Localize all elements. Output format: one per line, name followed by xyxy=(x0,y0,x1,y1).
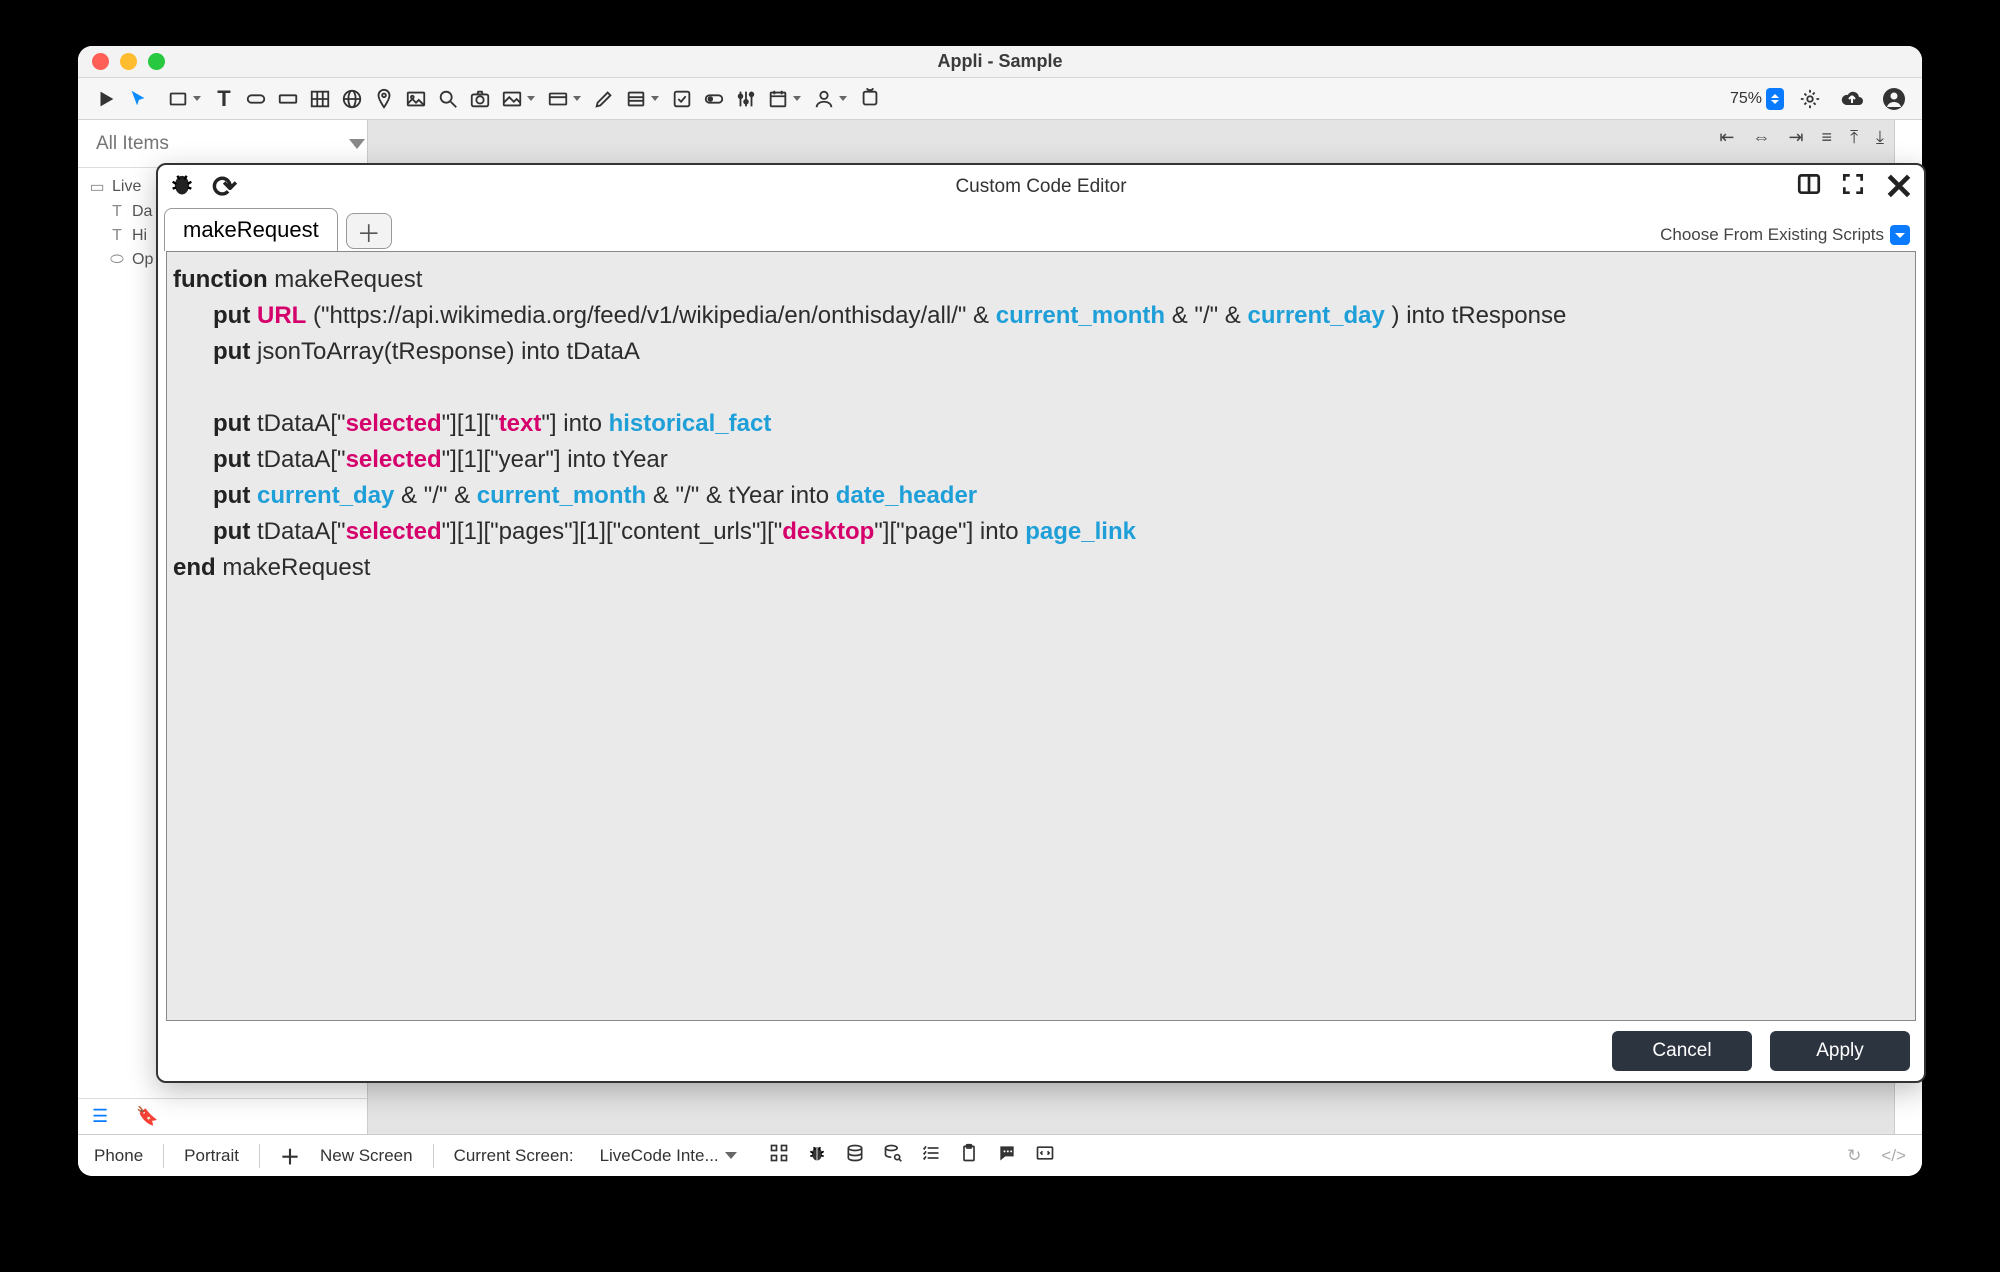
image-icon[interactable] xyxy=(400,83,432,115)
database-search-icon[interactable] xyxy=(883,1143,903,1168)
apps-icon[interactable] xyxy=(769,1143,789,1168)
code-icon[interactable] xyxy=(1035,1143,1055,1168)
current-screen-dropdown[interactable]: LiveCode Inte... xyxy=(594,1144,743,1168)
zoom-stepper-icon[interactable] xyxy=(1766,88,1784,110)
code-textarea[interactable]: function makeRequest put URL ("https://a… xyxy=(166,251,1916,1021)
plus-icon[interactable]: ＋ xyxy=(280,1141,300,1170)
tab-row: makeRequest ＋ Choose From Existing Scrip… xyxy=(158,209,1924,251)
zoom-value: 75% xyxy=(1730,90,1762,108)
field-icon[interactable] xyxy=(272,83,304,115)
current-screen-value: LiveCode Inte... xyxy=(600,1146,719,1166)
bug-icon[interactable] xyxy=(807,1143,827,1168)
globe-icon[interactable] xyxy=(336,83,368,115)
titlebar: Appli - Sample xyxy=(78,46,1922,78)
card-icon[interactable] xyxy=(542,83,574,115)
cloud-upload-icon[interactable] xyxy=(1836,83,1868,115)
tree-label: Op xyxy=(132,251,153,269)
modal-header: ⟳ Custom Code Editor ✕ xyxy=(158,165,1924,209)
existing-scripts-dropdown[interactable]: Choose From Existing Scripts xyxy=(1660,225,1910,245)
camera-icon[interactable] xyxy=(464,83,496,115)
current-screen-label: Current Screen: xyxy=(454,1146,574,1166)
text-icon[interactable]: T xyxy=(208,83,240,115)
chevron-down-icon xyxy=(1890,225,1910,245)
cancel-label: Cancel xyxy=(1652,1040,1711,1061)
scripts-label: Choose From Existing Scripts xyxy=(1660,225,1884,245)
cancel-button[interactable]: Cancel xyxy=(1612,1031,1752,1071)
sliders-icon[interactable] xyxy=(730,83,762,115)
text-icon: T xyxy=(108,203,126,221)
play-icon[interactable] xyxy=(90,83,122,115)
grid-icon[interactable] xyxy=(304,83,336,115)
add-tab-button[interactable]: ＋ xyxy=(346,213,392,249)
database-icon[interactable] xyxy=(845,1143,865,1168)
chevron-down-icon[interactable] xyxy=(349,139,365,149)
window-title: Appli - Sample xyxy=(78,51,1922,72)
calendar-icon[interactable] xyxy=(762,83,794,115)
toggle-icon[interactable] xyxy=(698,83,730,115)
orientation-label[interactable]: Portrait xyxy=(184,1146,239,1166)
search-input[interactable] xyxy=(96,133,341,155)
user-icon[interactable] xyxy=(808,83,840,115)
picture-icon[interactable] xyxy=(496,83,528,115)
device-label[interactable]: Phone xyxy=(94,1146,143,1166)
tree-label: Hi xyxy=(132,227,147,245)
account-icon[interactable] xyxy=(1878,83,1910,115)
modal-footer: Cancel Apply xyxy=(158,1021,1924,1081)
main-toolbar: T xyxy=(78,78,1922,120)
text-icon: T xyxy=(108,227,126,245)
list-icon[interactable] xyxy=(620,83,652,115)
pin-icon[interactable] xyxy=(368,83,400,115)
history-icon[interactable]: ↻ xyxy=(1847,1146,1861,1166)
chat-icon[interactable] xyxy=(997,1143,1017,1168)
gear-icon[interactable] xyxy=(1794,83,1826,115)
checklist-icon[interactable] xyxy=(921,1143,941,1168)
align-right-icon[interactable]: ⇥ xyxy=(1788,127,1803,148)
card-icon: ▭ xyxy=(88,177,106,197)
list-view-icon[interactable]: ☰ xyxy=(92,1106,108,1127)
zoom-level[interactable]: 75% xyxy=(1730,88,1784,110)
pill-icon[interactable] xyxy=(240,83,272,115)
checkbox-icon[interactable] xyxy=(666,83,698,115)
left-search-row xyxy=(78,120,367,168)
tab-label: makeRequest xyxy=(183,217,319,242)
link-icon[interactable] xyxy=(854,83,886,115)
pill-icon: ⬭ xyxy=(108,251,126,269)
bookmark-icon[interactable]: 🔖 xyxy=(136,1106,158,1127)
pointer-icon[interactable] xyxy=(122,83,154,115)
code-editor-modal: ⟳ Custom Code Editor ✕ makeRequest ＋ Cho… xyxy=(156,163,1926,1083)
apply-label: Apply xyxy=(1816,1040,1864,1061)
statusbar: Phone Portrait ＋ New Screen Current Scre… xyxy=(78,1134,1922,1176)
edit-icon[interactable] xyxy=(588,83,620,115)
align-bottom-icon[interactable]: ⤓ xyxy=(1876,127,1884,148)
align-left-icon[interactable]: ⇤ xyxy=(1719,127,1734,148)
clipboard-icon[interactable] xyxy=(959,1143,979,1168)
code-view-icon[interactable]: </> xyxy=(1881,1146,1906,1166)
new-screen-button[interactable]: New Screen xyxy=(320,1146,413,1166)
search-icon[interactable] xyxy=(432,83,464,115)
align-center-h-icon[interactable]: ⇔ xyxy=(1752,127,1770,148)
chevron-down-icon xyxy=(725,1152,737,1159)
tree-label: Live xyxy=(112,178,141,196)
modal-title: Custom Code Editor xyxy=(158,176,1924,198)
apply-button[interactable]: Apply xyxy=(1770,1031,1910,1071)
script-tab[interactable]: makeRequest xyxy=(164,208,338,251)
align-justify-icon[interactable]: ≡ xyxy=(1822,127,1833,148)
align-top-icon[interactable]: ⤒ xyxy=(1850,127,1858,148)
alignment-toolbar: ⇤ ⇔ ⇥ ≡ ⤒ ⤓ xyxy=(1709,120,1894,154)
tree-label: Da xyxy=(132,203,152,221)
left-bottom-tabs: ☰ 🔖 xyxy=(78,1098,367,1134)
status-tool-icons xyxy=(769,1143,1055,1168)
shape-rect-icon[interactable] xyxy=(162,83,194,115)
